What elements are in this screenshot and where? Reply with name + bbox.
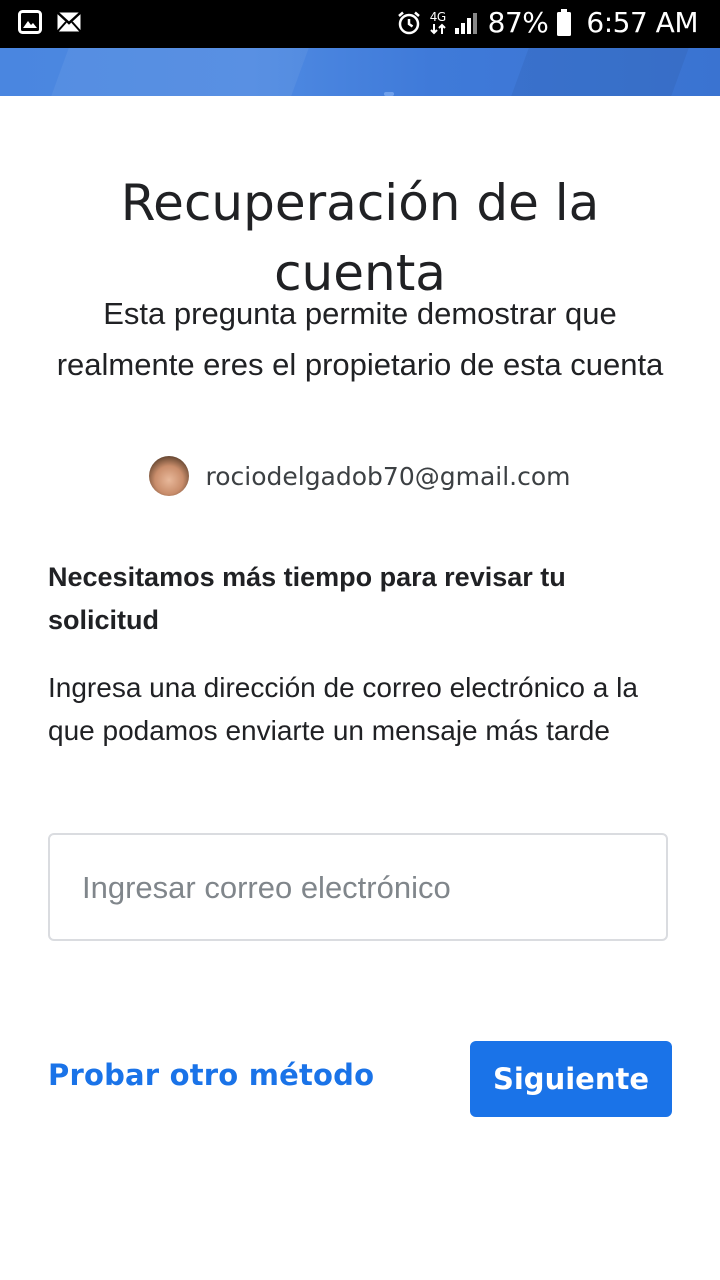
banner-decoration bbox=[511, 48, 689, 96]
avatar bbox=[149, 456, 190, 496]
section-heading: Necesitamos más tiempo para revisar tu s… bbox=[48, 562, 566, 635]
clock: 6:57 AM bbox=[586, 6, 698, 39]
account-email: rociodelgadob70@gmail.com bbox=[205, 461, 571, 491]
4g-icon: 4G bbox=[430, 11, 446, 35]
status-left-icons bbox=[18, 10, 82, 34]
network-label: 4G bbox=[429, 9, 446, 24]
alarm-icon bbox=[396, 10, 422, 36]
next-button[interactable]: Siguiente bbox=[470, 1041, 672, 1117]
try-another-method-link[interactable]: Probar otro método bbox=[48, 1058, 374, 1092]
status-bar: 4G 87% 6:57 AM bbox=[0, 0, 720, 48]
page-subtitle: Esta pregunta permite demostrar que real… bbox=[56, 296, 664, 382]
page-title: Recuperación de la cuenta bbox=[120, 173, 600, 302]
banner-dot bbox=[384, 92, 394, 96]
section-description: Ingresa una dirección de correo electrón… bbox=[48, 672, 638, 746]
header-banner bbox=[0, 48, 720, 96]
mail-icon bbox=[56, 11, 82, 33]
image-icon bbox=[18, 10, 42, 34]
banner-decoration bbox=[51, 48, 309, 96]
battery-percent: 87% bbox=[487, 6, 549, 39]
account-chip: rociodelgadob70@gmail.com bbox=[0, 456, 720, 496]
battery-icon bbox=[556, 8, 572, 37]
email-field[interactable] bbox=[80, 835, 644, 941]
email-field-container[interactable] bbox=[48, 833, 668, 941]
signal-icon bbox=[454, 11, 480, 35]
status-right-icons: 4G 87% 6:57 AM bbox=[396, 6, 698, 39]
